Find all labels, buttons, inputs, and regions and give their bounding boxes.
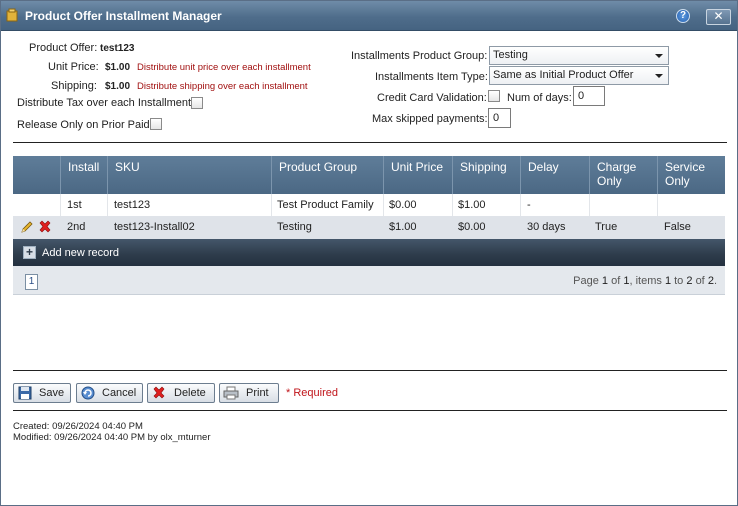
page-number-button[interactable]: 1 [25,274,38,290]
cell-unit-price: $1.00 [389,221,417,233]
chevron-down-icon [655,74,663,78]
cell-delay: - [527,199,531,211]
num-days-input[interactable]: 0 [573,86,605,106]
grid-header: Install SKU Product Group Unit Price Shi… [13,156,725,194]
shipping-label: Shipping: [51,80,97,92]
close-button[interactable]: ✕ [706,9,731,25]
delete-button[interactable]: Delete [147,383,215,403]
product-box-icon [6,8,18,22]
distribute-tax-label: Distribute Tax over each Installment: [17,97,195,109]
installments-item-type-label: Installments Item Type: [375,71,488,83]
plus-icon: + [23,246,36,259]
max-skipped-label: Max skipped payments: [372,113,488,125]
cancel-button[interactable]: Cancel [76,383,143,403]
unit-price-note: Distribute unit price over each installm… [137,62,311,73]
max-skipped-input[interactable]: 0 [488,108,511,128]
installments-item-type-select[interactable]: Same as Initial Product Offer [489,66,669,85]
delete-x-icon [153,386,165,399]
shipping-note: Distribute shipping over each installmen… [137,81,308,92]
help-icon[interactable]: ? [676,9,690,23]
window-title: Product Offer Installment Manager [25,9,222,23]
required-note: * Required [286,387,338,399]
release-prior-paid-label: Release Only on Prior Paid: [17,119,153,131]
cell-product-group: Test Product Family [277,199,374,211]
cell-charge-only: True [595,221,618,233]
unit-price-label: Unit Price: [48,61,99,73]
column-header-shipping[interactable]: Shipping [452,156,520,194]
installments-product-group-value: Testing [493,49,528,61]
credit-card-validation-checkbox[interactable] [488,90,500,102]
column-header-sku[interactable]: SKU [107,156,271,194]
cell-install: 2nd [67,221,86,233]
column-header-delay[interactable]: Delay [520,156,589,194]
cell-shipping: $1.00 [458,199,486,211]
chevron-down-icon [655,54,663,58]
product-offer-label: Product Offer: [29,42,98,54]
table-row[interactable]: 1st test123 Test Product Family $0.00 $1… [13,194,725,217]
column-header-product-group[interactable]: Product Group [271,156,383,194]
grid-pager: 1 Page 1 of 1, items 1 to 2 of 2. [13,266,725,295]
column-header-charge-only[interactable]: Charge Only [589,156,657,194]
cell-sku: test123 [114,199,151,211]
unit-price-value: $1.00 [105,62,131,73]
print-button[interactable]: Print [219,383,279,403]
column-header-install[interactable]: Install [60,156,107,194]
release-prior-paid-checkbox[interactable] [150,118,162,130]
installments-item-type-value: Same as Initial Product Offer [493,69,634,81]
title-bar: Product Offer Installment Manager ? ✕ [1,1,737,31]
installment-manager-window: Product Offer Installment Manager ? ✕ Pr… [0,0,738,506]
cell-shipping: $0.00 [458,221,486,233]
installments-product-group-select[interactable]: Testing [489,46,669,65]
cell-service-only: False [664,221,691,233]
undo-icon [81,386,95,400]
delete-x-icon[interactable] [38,220,52,234]
form-divider [13,142,727,143]
cell-delay: 30 days [527,221,566,233]
cell-unit-price: $0.00 [389,199,417,211]
modified-timestamp: Modified: 09/26/2024 04:40 PM by olx_mtu… [13,432,211,443]
printer-icon [223,386,239,400]
table-row[interactable]: 2nd test123-Install02 Testing $1.00 $0.0… [13,216,725,239]
num-days-label: Num of days: [507,92,572,104]
floppy-disk-icon [18,386,32,400]
save-button[interactable]: Save [13,383,71,403]
product-offer-value: test123 [100,43,135,54]
column-header-unit-price[interactable]: Unit Price [383,156,452,194]
pager-info: Page 1 of 1, items 1 to 2 of 2. [573,275,717,287]
add-new-record-label: Add new record [42,247,120,259]
footer-divider [13,410,727,411]
cell-product-group: Testing [277,221,312,233]
pencil-edit-icon[interactable] [20,220,34,234]
cell-sku: test123-Install02 [114,221,195,233]
created-timestamp: Created: 09/26/2024 04:40 PM [13,421,143,432]
shipping-value: $1.00 [105,81,131,92]
column-header-service-only[interactable]: Service Only [657,156,725,194]
credit-card-validation-label: Credit Card Validation: [377,92,487,104]
button-divider [13,370,727,371]
add-new-record-button[interactable]: + Add new record [13,239,725,266]
installments-product-group-label: Installments Product Group: [351,50,488,62]
distribute-tax-checkbox[interactable] [191,97,203,109]
cell-install: 1st [67,199,82,211]
